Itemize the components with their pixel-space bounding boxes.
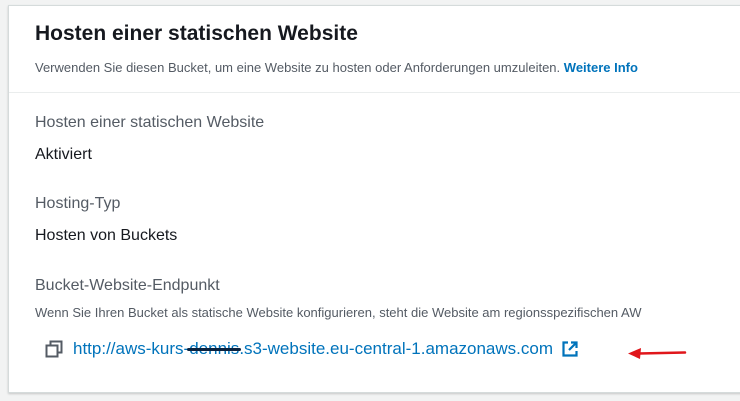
- url-prefix: http://aws-kurs-: [73, 339, 190, 358]
- hosting-type-label: Hosting-Typ: [35, 195, 121, 212]
- external-link-icon[interactable]: [561, 340, 579, 358]
- description-text: Verwenden Sie diesen Bucket, um eine Web…: [35, 60, 561, 75]
- endpoint-url-link[interactable]: http://aws-kurs-dennis.s3-website.eu-cen…: [73, 339, 553, 359]
- red-arrow-annotation: [628, 348, 687, 359]
- url-redacted-segment: dennis: [187, 339, 242, 358]
- hosting-label: Hosten einer statischen Website: [35, 114, 265, 131]
- section-description: Verwenden Sie diesen Bucket, um eine Web…: [35, 60, 638, 75]
- hosting-value: Aktiviert: [35, 146, 92, 163]
- section-title: Hosten einer statischen Website: [35, 22, 358, 45]
- static-website-hosting-panel: Hosten einer statischen Website Verwende…: [8, 5, 740, 393]
- endpoint-row: http://aws-kurs-dennis.s3-website.eu-cen…: [45, 338, 579, 360]
- endpoint-label: Bucket-Website-Endpunkt: [35, 277, 220, 294]
- copy-icon[interactable]: [45, 340, 63, 358]
- endpoint-hint: Wenn Sie Ihren Bucket als statische Webs…: [35, 305, 642, 320]
- hosting-type-value: Hosten von Buckets: [35, 227, 178, 244]
- panel-header: Hosten einer statischen Website Verwende…: [9, 6, 740, 93]
- url-suffix: .s3-website.eu-central-1.amazonaws.com: [239, 339, 553, 358]
- more-info-link[interactable]: Weitere Info: [564, 60, 638, 75]
